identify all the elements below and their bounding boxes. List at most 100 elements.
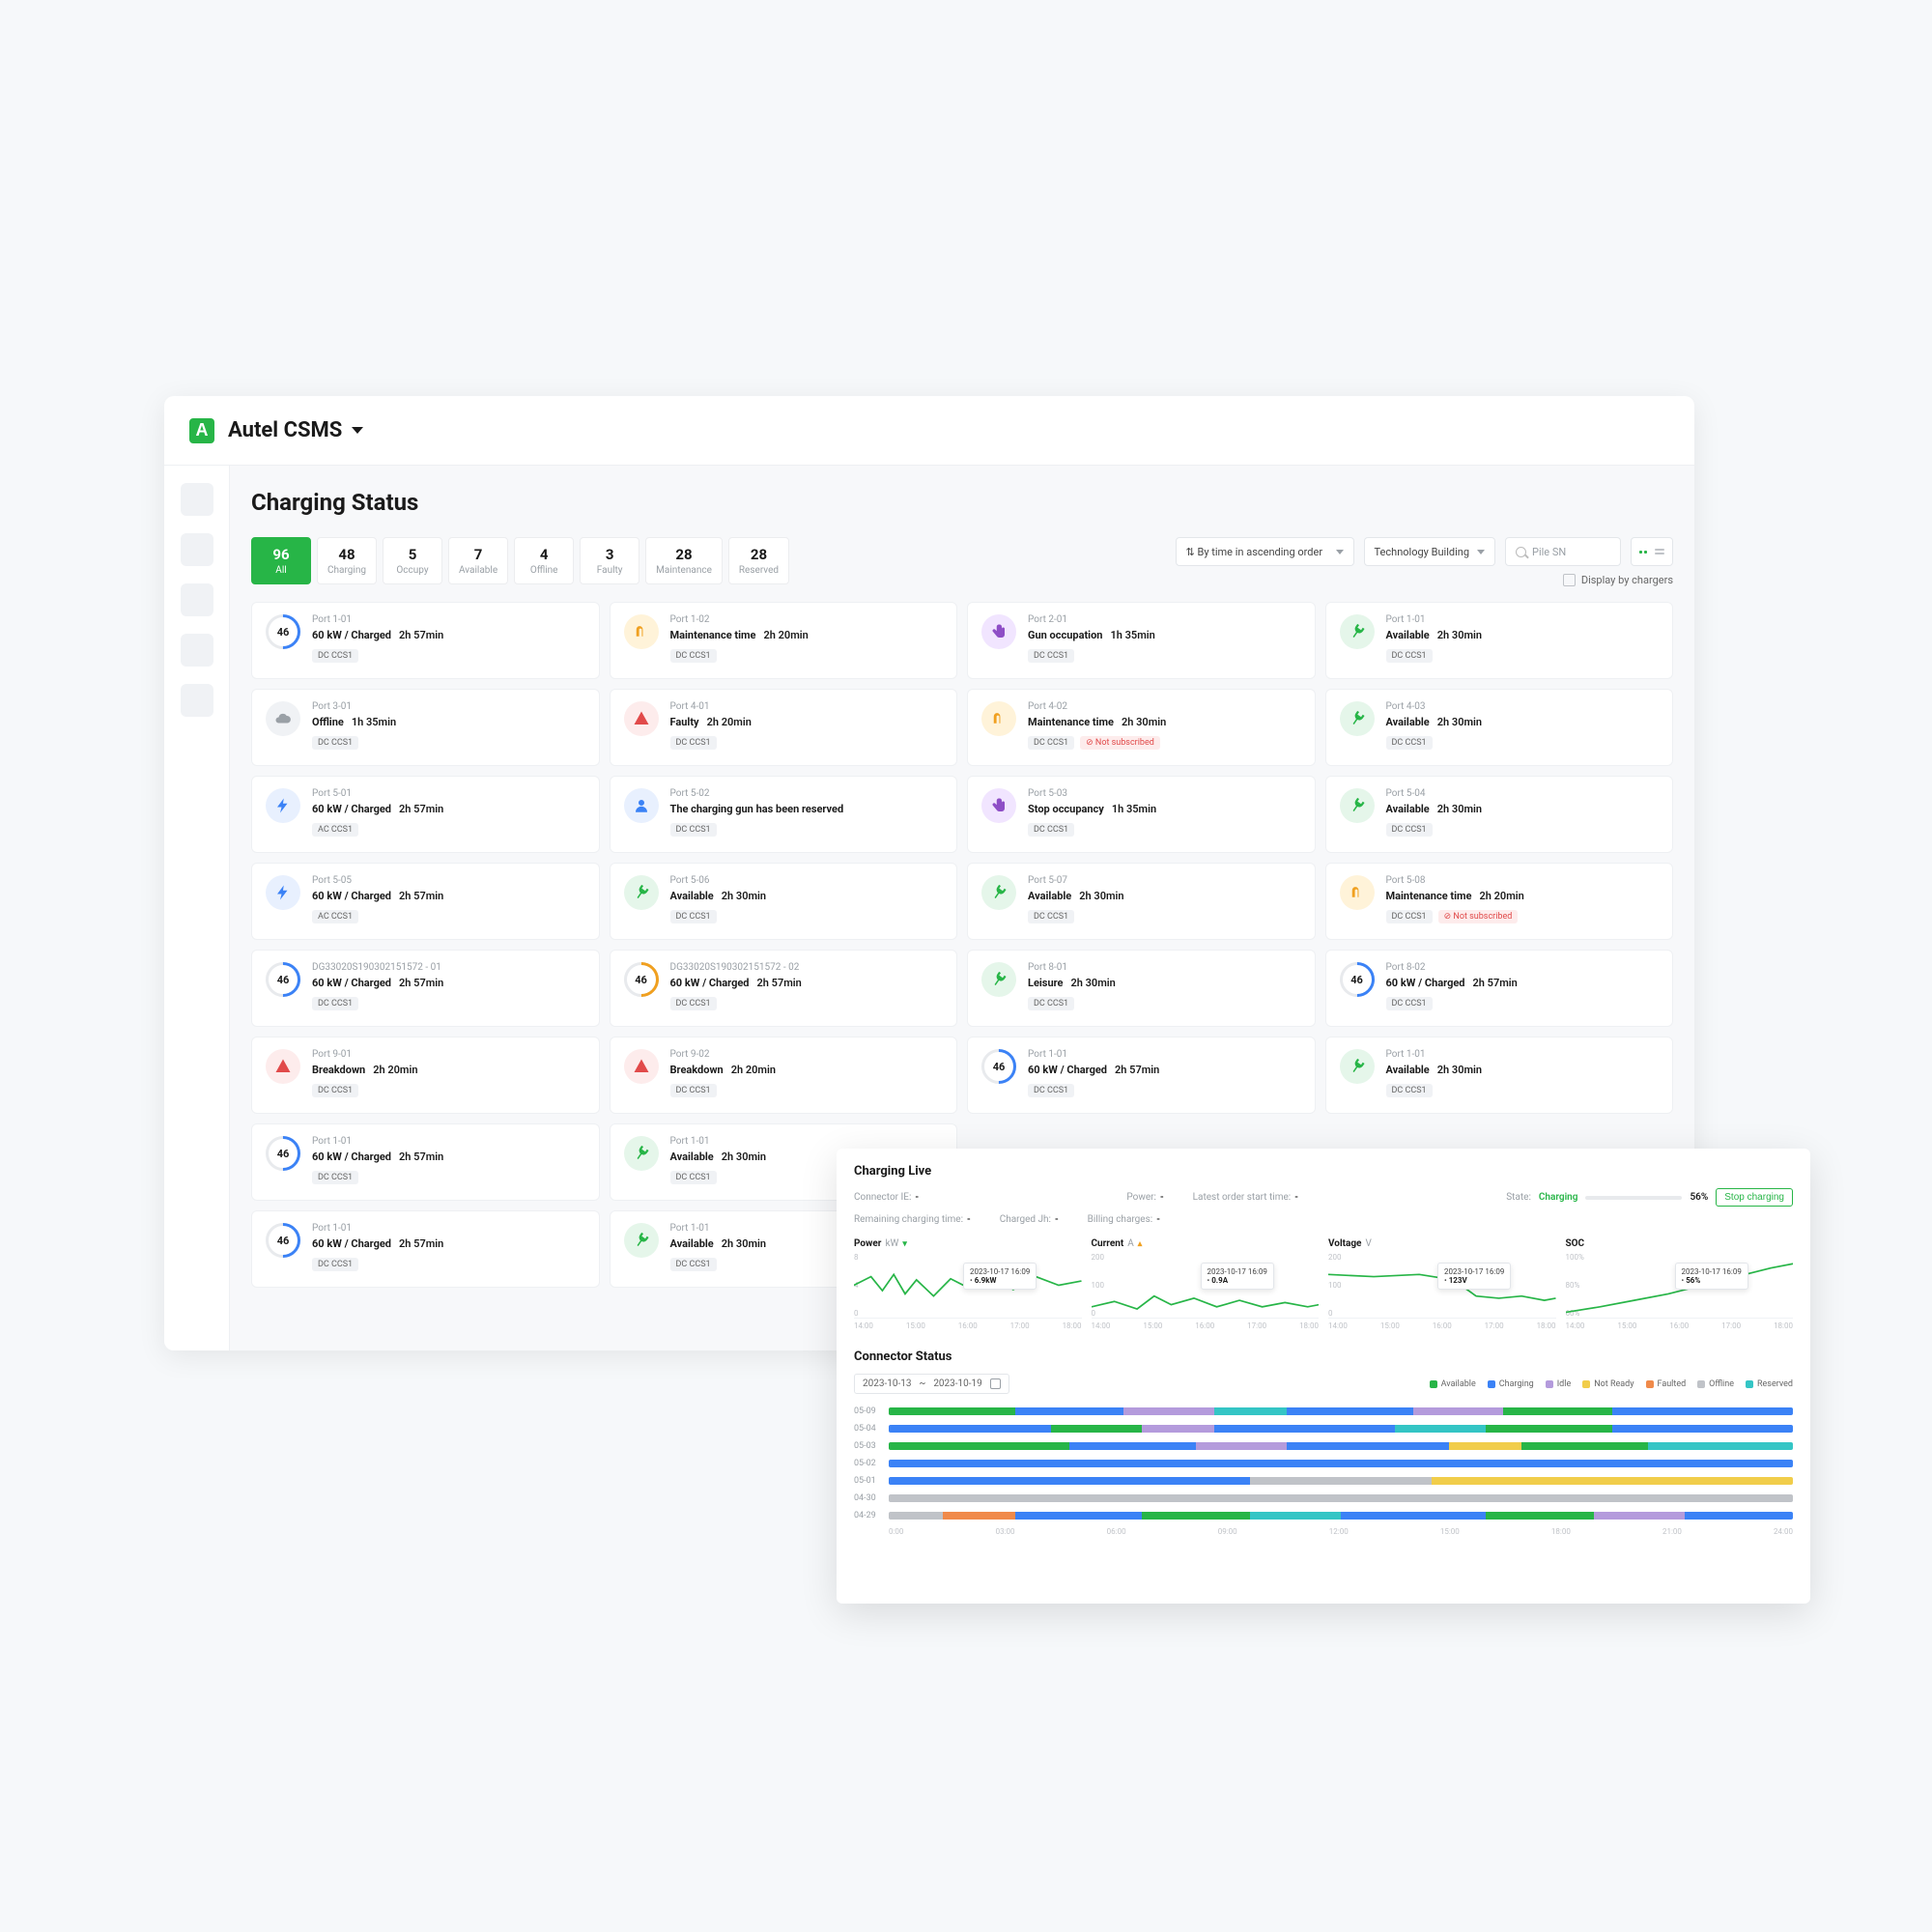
view-toggle[interactable] — [1631, 537, 1673, 566]
port-card[interactable]: Port 5-06Available2h 30minDC CCS1 — [610, 863, 958, 940]
plug-g-icon — [624, 1136, 659, 1171]
port-card[interactable]: Port 5-0160 kW / Charged2h 57minAC CCS1 — [251, 776, 600, 853]
legend-item: Faulted — [1646, 1379, 1687, 1389]
port-status: Gun occupation1h 35min — [1028, 629, 1301, 641]
port-card[interactable]: Port 1-02Maintenance time2h 20minDC CCS1 — [610, 602, 958, 679]
port-name: Port 1-01 — [1028, 1049, 1301, 1060]
connector-badge: DC CCS1 — [670, 649, 717, 663]
port-name: Port 2-01 — [1028, 614, 1301, 625]
connector-badge: DC CCS1 — [312, 1084, 358, 1097]
port-card[interactable]: 46Port 8-0260 kW / Charged2h 57minDC CCS… — [1325, 950, 1674, 1027]
port-card[interactable]: Port 5-0560 kW / Charged2h 57minAC CCS1 — [251, 863, 600, 940]
mini-chart[interactable]: Current A ▴20010002023-10-17 16:09• 0.9A… — [1092, 1238, 1320, 1330]
port-name: Port 1-01 — [670, 1136, 944, 1147]
port-status: Available2h 30min — [670, 890, 944, 902]
port-card[interactable]: Port 1-01Available2h 30minDC CCS1 — [1325, 1037, 1674, 1114]
port-name: Port 5-06 — [670, 875, 944, 886]
connector-badge: DC CCS1 — [670, 736, 717, 750]
status-tab[interactable]: 7Available — [448, 537, 508, 584]
timeline-row: 05-02 — [854, 1456, 1793, 1471]
port-card[interactable]: Port 5-07Available2h 30minDC CCS1 — [967, 863, 1316, 940]
port-card[interactable]: Port 4-02Maintenance time2h 30minDC CCS1… — [967, 689, 1316, 766]
legend-item: Not Ready — [1582, 1379, 1634, 1389]
port-card[interactable]: 46DG33020S190302151572 - 0260 kW / Charg… — [610, 950, 958, 1027]
connector-badge: DC CCS1 — [670, 823, 717, 837]
app-title[interactable]: Autel CSMS — [228, 418, 342, 442]
port-card[interactable]: Port 3-01Offline1h 35minDC CCS1 — [251, 689, 600, 766]
progress-ring: 46 — [1340, 962, 1375, 997]
chevron-down-icon — [1477, 550, 1485, 554]
port-card[interactable]: 46DG33020S190302151572 - 0160 kW / Charg… — [251, 950, 600, 1027]
display-by-chargers-checkbox[interactable]: Display by chargers — [1563, 574, 1673, 586]
wrench-icon — [1340, 875, 1375, 910]
sidebar-item[interactable] — [181, 634, 213, 667]
port-status: 60 kW / Charged2h 57min — [312, 890, 585, 902]
status-tab[interactable]: 3Faulty — [580, 537, 639, 584]
status-tab[interactable]: 28Maintenance — [645, 537, 723, 584]
port-card[interactable]: 46Port 1-0160 kW / Charged2h 57minDC CCS… — [251, 1210, 600, 1288]
search-input[interactable]: Pile SN — [1505, 537, 1621, 566]
chart-tooltip: 2023-10-17 16:09• 123V — [1437, 1263, 1511, 1290]
plug-g-icon — [981, 962, 1016, 997]
port-card[interactable]: Port 9-02Breakdown2h 20minDC CCS1 — [610, 1037, 958, 1114]
connector-badge: DC CCS1 — [312, 1171, 358, 1184]
port-status: 60 kW / Charged2h 57min — [312, 977, 585, 989]
sidebar-item[interactable] — [181, 483, 213, 516]
connector-badge: DC CCS1 — [1386, 1084, 1433, 1097]
alert-icon — [266, 1049, 300, 1084]
connector-badge: DC CCS1 — [1028, 649, 1074, 663]
sidebar-item[interactable] — [181, 533, 213, 566]
port-status: Maintenance time2h 20min — [1386, 890, 1660, 902]
alert-icon — [624, 701, 659, 736]
panel-title: Charging Live — [854, 1164, 1793, 1179]
port-card[interactable]: Port 5-08Maintenance time2h 20minDC CCS1… — [1325, 863, 1674, 940]
plug-g-icon — [981, 875, 1016, 910]
sidebar-item[interactable] — [181, 684, 213, 717]
connector-badge: DC CCS1 — [312, 997, 358, 1010]
port-card[interactable]: 46Port 1-0160 kW / Charged2h 57minDC CCS… — [967, 1037, 1316, 1114]
port-card[interactable]: Port 9-01Breakdown2h 20minDC CCS1 — [251, 1037, 600, 1114]
connector-badge: DC CCS1 — [1386, 910, 1433, 923]
port-status: 60 kW / Charged2h 57min — [312, 803, 585, 815]
port-card[interactable]: Port 1-01Available2h 30minDC CCS1 — [1325, 602, 1674, 679]
chart-tooltip: 2023-10-17 16:09• 6.9kW — [963, 1263, 1037, 1290]
mini-chart[interactable]: Power kW ▾8402023-10-17 16:09• 6.9kW14:0… — [854, 1238, 1082, 1330]
timeline-row: 05-04 — [854, 1421, 1793, 1436]
port-card[interactable]: Port 5-04Available2h 30minDC CCS1 — [1325, 776, 1674, 853]
plug-b-icon — [266, 875, 300, 910]
connector-badge: DC CCS1 — [1386, 649, 1433, 663]
port-card[interactable]: Port 5-03Stop occupancy1h 35minDC CCS1 — [967, 776, 1316, 853]
chart-tooltip: 2023-10-17 16:09• 0.9A — [1201, 1263, 1274, 1290]
port-card[interactable]: Port 4-01Faulty2h 20minDC CCS1 — [610, 689, 958, 766]
status-tab[interactable]: 5Occupy — [383, 537, 442, 584]
status-tab[interactable]: 4Offline — [514, 537, 574, 584]
sidebar-item[interactable] — [181, 583, 213, 616]
location-select[interactable]: Technology Building — [1364, 537, 1495, 566]
date-range-picker[interactable]: 2023-10-13 ~ 2023-10-19 — [854, 1374, 1009, 1394]
stop-charging-button[interactable]: Stop charging — [1716, 1188, 1793, 1207]
status-tab[interactable]: 48Charging — [317, 537, 377, 584]
port-card[interactable]: Port 2-01 Gun occupation1h 35min DC CCS1 — [967, 602, 1316, 679]
mini-chart[interactable]: SOC 100%80%60%2023-10-17 16:09• 56%14:00… — [1566, 1238, 1794, 1330]
port-status: 60 kW / Charged2h 57min — [312, 1151, 585, 1163]
port-card[interactable]: 46Port 1-0160 kW / Charged2h 57minDC CCS… — [251, 1123, 600, 1201]
connector-badge: DC CCS1 — [1386, 997, 1433, 1010]
port-card[interactable]: Port 8-01Leisure2h 30minDC CCS1 — [967, 950, 1316, 1027]
progress-ring: 46 — [266, 1223, 300, 1258]
status-tab[interactable]: 96All — [251, 537, 311, 584]
port-name: Port 4-03 — [1386, 701, 1660, 712]
port-status: Breakdown2h 20min — [312, 1064, 585, 1076]
hand-icon — [981, 788, 1016, 823]
search-icon — [1516, 547, 1526, 557]
status-tab[interactable]: 28Reserved — [728, 537, 789, 584]
mini-chart[interactable]: Voltage V 20010002023-10-17 16:09• 123V1… — [1328, 1238, 1556, 1330]
port-card[interactable]: Port 5-02The charging gun has been reser… — [610, 776, 958, 853]
port-card[interactable]: Port 4-03Available2h 30minDC CCS1 — [1325, 689, 1674, 766]
port-name: Port 5-02 — [670, 788, 944, 799]
port-card[interactable]: 46Port 1-0160 kW / Charged2h 57minDC CCS… — [251, 602, 600, 679]
chevron-down-icon[interactable] — [352, 427, 363, 434]
port-status: 60 kW / Charged2h 57min — [312, 629, 585, 641]
sort-select[interactable]: ⇅ By time in ascending order — [1176, 537, 1354, 566]
timeline-row: 05-01 — [854, 1473, 1793, 1489]
cloud-icon — [266, 701, 300, 736]
